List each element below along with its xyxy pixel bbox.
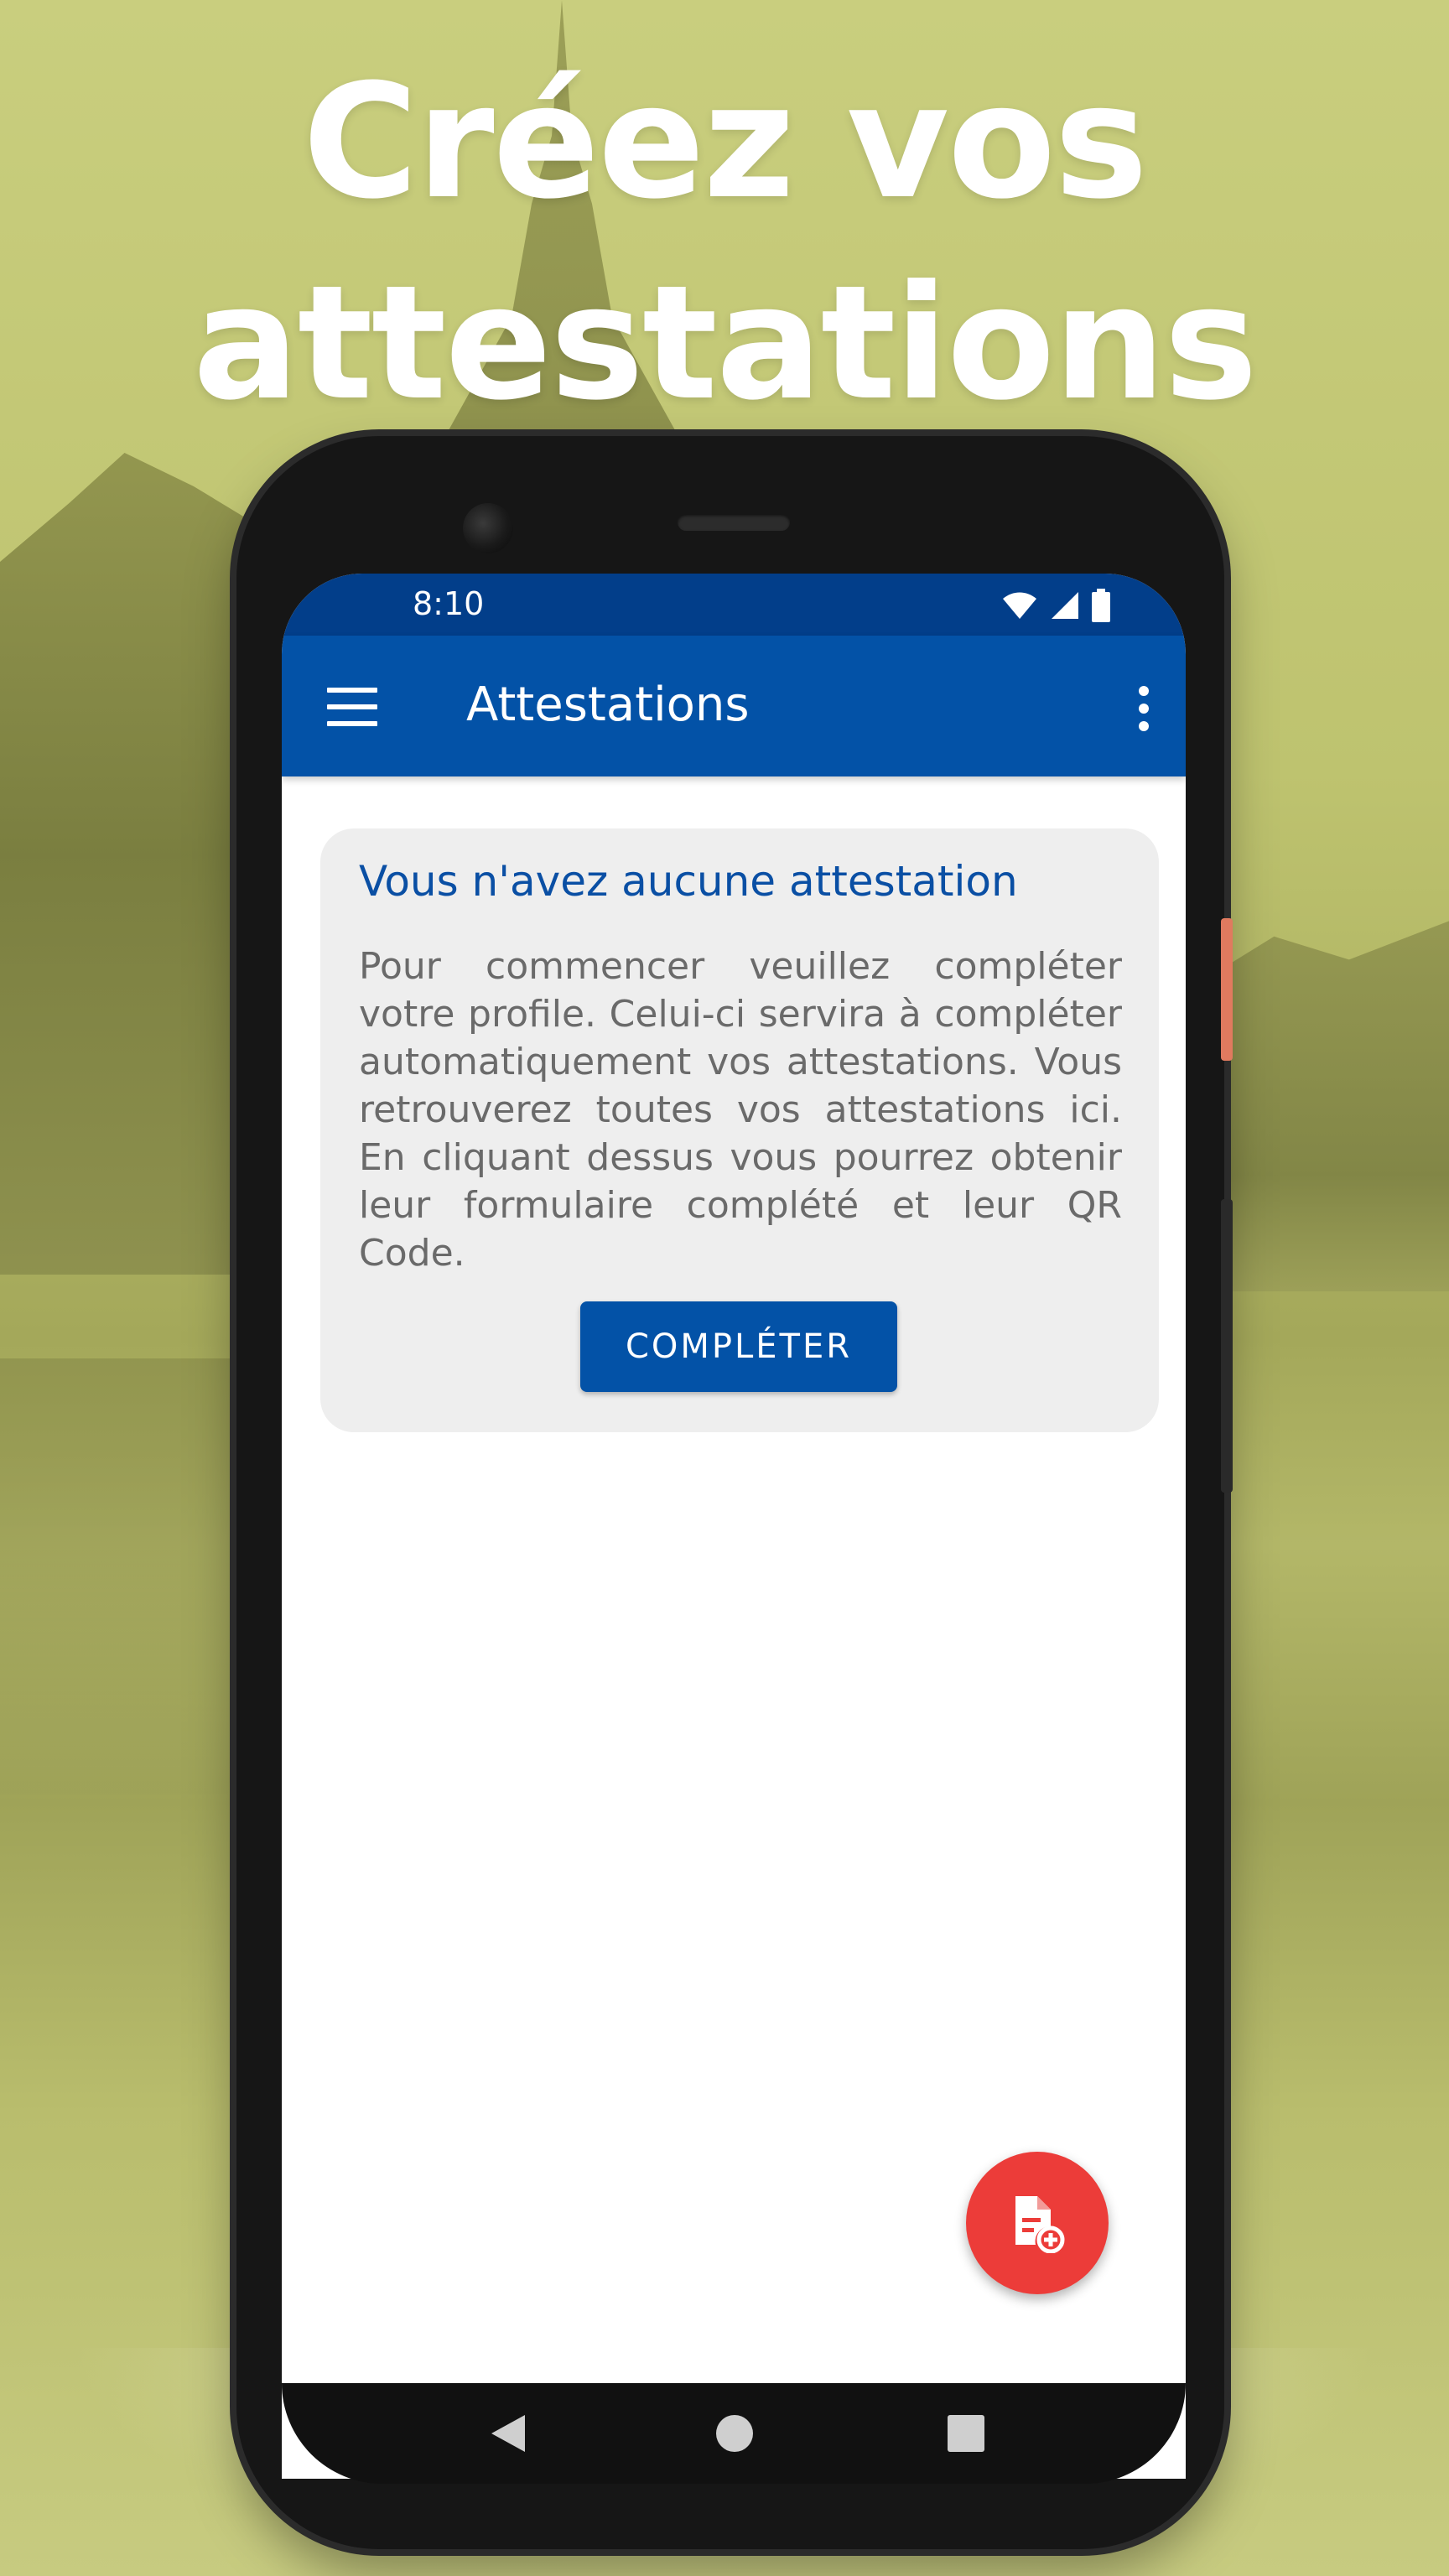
app-bar-title: Attestations [466,678,750,732]
phone-screen: 8:10 Attestations Vous n'avez aucune att… [282,574,1186,2479]
complete-profile-button[interactable]: COMPLÉTER [580,1301,897,1392]
wifi-icon [1003,592,1036,619]
promo-headline: Créez vos attestations [0,42,1449,444]
volume-button [1221,1199,1233,1493]
status-icons [1001,589,1110,622]
headline-line-2: attestations [193,252,1258,435]
add-attestation-fab[interactable] [966,2152,1109,2294]
front-camera [463,503,513,553]
status-time: 8:10 [413,585,485,622]
empty-state-card: Vous n'avez aucune attestation Pour comm… [320,828,1159,1432]
back-icon[interactable] [490,2413,527,2454]
mount-silhouette [0,453,277,1275]
empty-state-description: Pour commencer veuillez compléter votre … [359,945,1122,1275]
power-button [1221,918,1233,1061]
home-icon[interactable] [716,2415,753,2452]
recents-icon[interactable] [948,2415,984,2452]
earpiece-speaker [678,514,790,531]
add-document-icon [1015,2196,1065,2253]
hamburger-menu-icon[interactable] [327,688,377,726]
empty-state-title: Vous n'avez aucune attestation [359,857,1018,906]
system-nav-bar [282,2383,1186,2484]
village-silhouette [1199,921,1449,1291]
app-bar: Attestations [282,636,1186,776]
signal-icon [1052,592,1078,619]
battery-icon [1092,589,1110,622]
status-bar: 8:10 [282,574,1186,636]
more-vert-icon[interactable] [1139,686,1150,731]
headline-line-1: Créez vos [302,50,1148,234]
